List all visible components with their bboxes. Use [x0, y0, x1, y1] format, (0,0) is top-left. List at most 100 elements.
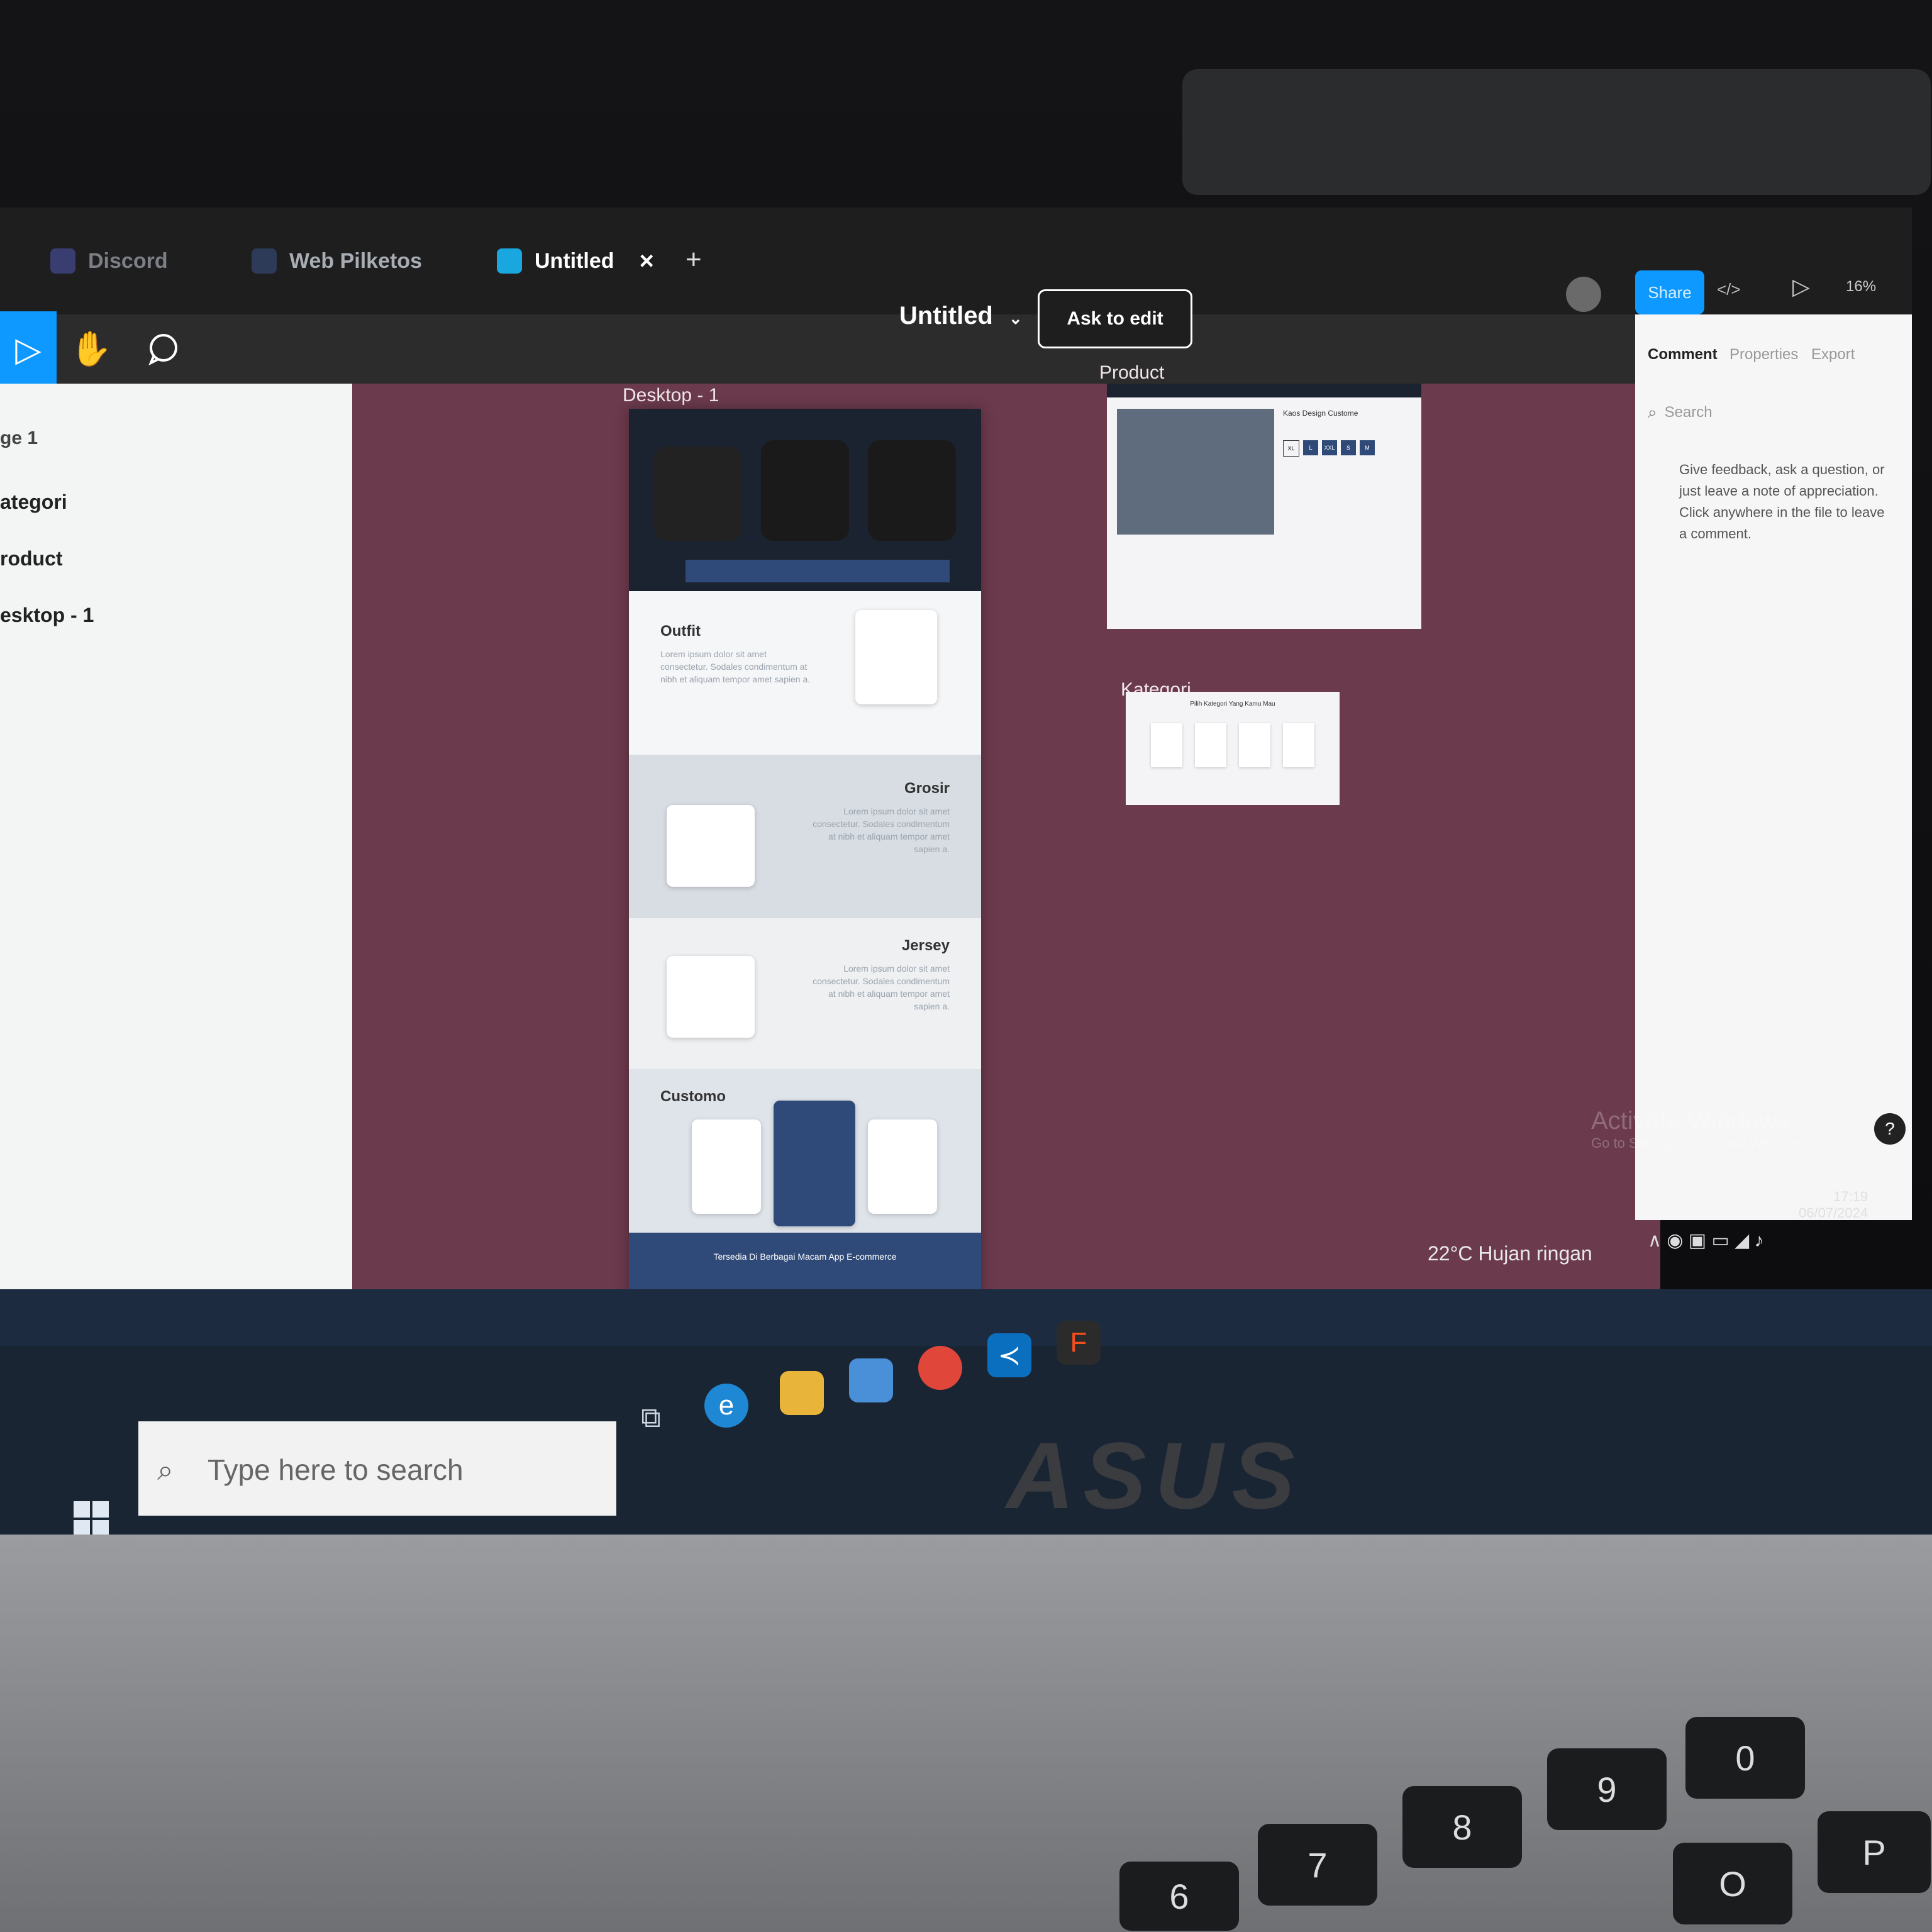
figma-icon[interactable]: F: [1057, 1321, 1101, 1365]
size-option[interactable]: S: [1341, 440, 1356, 455]
avatar[interactable]: [1566, 277, 1601, 312]
chrome-icon[interactable]: [918, 1346, 962, 1390]
section-text: Lorem ipsum dolor sit amet consectetur. …: [660, 649, 811, 684]
tshirt-image: [654, 447, 742, 541]
grosir-section: Grosir Lorem ipsum dolor sit amet consec…: [629, 755, 981, 918]
key-8: 8: [1402, 1786, 1522, 1868]
search-input[interactable]: Search: [1665, 404, 1713, 421]
layer-kategori[interactable]: ategori: [0, 491, 67, 514]
category-card[interactable]: [1151, 723, 1182, 767]
section-title: Outfit: [660, 623, 701, 640]
frame-label-product[interactable]: Product: [1099, 362, 1164, 384]
kategori-title: Pilih Kategori Yang Kamu Mau: [1190, 701, 1275, 708]
outfit-section: Outfit Lorem ipsum dolor sit amet consec…: [629, 591, 981, 755]
tab-label: Untitled: [535, 248, 614, 273]
outfit-image: [855, 610, 937, 704]
size-option[interactable]: M: [1360, 440, 1375, 455]
size-option[interactable]: XL: [1283, 440, 1299, 457]
clock-date: 06/07/2024: [1799, 1205, 1868, 1221]
hand-tool[interactable]: ✋: [63, 321, 119, 377]
tshirt-image: [761, 440, 849, 541]
ask-to-edit-button[interactable]: Ask to edit: [1038, 289, 1192, 348]
size-option[interactable]: XXL: [1322, 440, 1337, 455]
custom-card-featured: [774, 1101, 855, 1226]
custom-card: [868, 1119, 937, 1214]
laptop-brand-logo: ASUS: [1006, 1423, 1304, 1528]
comment-search[interactable]: ⌕ Search: [1648, 402, 1713, 423]
layer-product[interactable]: roduct: [0, 547, 63, 570]
tray-icons[interactable]: ∧ ◉ ▣ ▭ ◢ ♪: [1648, 1230, 1764, 1252]
tshirt-image: [868, 440, 956, 541]
custome-section: Customo: [629, 1069, 981, 1233]
search-icon: ⌕: [157, 1453, 174, 1486]
comment-icon: [148, 334, 177, 366]
tab-export[interactable]: Export: [1811, 346, 1855, 364]
grosir-image: [667, 805, 755, 887]
search-icon: ⌕: [1648, 402, 1657, 421]
size-options: XL L XXL S M: [1283, 440, 1375, 457]
chevron-down-icon: ⌄: [1009, 309, 1023, 328]
key-6: 6: [1119, 1862, 1239, 1931]
weather-widget[interactable]: 22°C Hujan ringan: [1428, 1242, 1592, 1265]
category-card[interactable]: [1239, 723, 1270, 767]
activate-title: Activate Windows: [1591, 1107, 1790, 1135]
key-9: 9: [1547, 1748, 1667, 1830]
taskbar-search-input[interactable]: Type here to search: [208, 1453, 464, 1487]
share-button[interactable]: Share: [1635, 270, 1704, 314]
section-title: Jersey: [901, 937, 950, 954]
tab-discord[interactable]: Discord: [50, 239, 168, 283]
new-tab-button[interactable]: +: [686, 244, 702, 275]
laptop-keyboard: [0, 1535, 1932, 1932]
page-selector[interactable]: ge 1: [0, 428, 38, 449]
move-tool[interactable]: ▷: [0, 311, 57, 387]
tab-untitled[interactable]: Untitled ×: [497, 239, 654, 283]
file-title-dropdown[interactable]: Untitled ⌄: [899, 302, 1023, 330]
windows-icon: [74, 1501, 109, 1536]
help-button[interactable]: ?: [1874, 1113, 1906, 1145]
close-icon[interactable]: ×: [640, 247, 654, 275]
file-explorer-icon[interactable]: [780, 1371, 824, 1415]
frame-desktop-1[interactable]: Outfit Lorem ipsum dolor sit amet consec…: [629, 409, 981, 1327]
custom-card: [692, 1119, 761, 1214]
product-image: [1117, 409, 1274, 535]
key-o: O: [1673, 1843, 1792, 1924]
product-navbar: [1107, 384, 1421, 397]
zoom-level[interactable]: 16%: [1846, 278, 1876, 296]
hand-icon: ✋: [70, 330, 113, 368]
hero-section: [629, 409, 981, 591]
tab-label: Web Pilketos: [289, 248, 422, 273]
store-icon[interactable]: [849, 1358, 893, 1402]
section-title: Grosir: [904, 780, 950, 797]
stats-bar: [686, 560, 950, 582]
task-view-icon[interactable]: ⧉: [629, 1396, 673, 1440]
edge-icon[interactable]: e: [704, 1384, 748, 1428]
vscode-icon[interactable]: ≺: [987, 1333, 1031, 1377]
jersey-image: [667, 956, 755, 1038]
category-card[interactable]: [1195, 723, 1226, 767]
play-icon[interactable]: ▷: [1792, 274, 1810, 300]
frame-label-desktop-1[interactable]: Desktop - 1: [623, 385, 719, 406]
layer-desktop-1[interactable]: esktop - 1: [0, 604, 94, 627]
size-option[interactable]: L: [1303, 440, 1318, 455]
frame-kategori[interactable]: Pilih Kategori Yang Kamu Mau: [1126, 692, 1340, 805]
frame-product[interactable]: Kaos Design Custome XL L XXL S M: [1107, 384, 1421, 629]
activate-subtitle: Go to Settings to activate Windows.: [1591, 1135, 1810, 1151]
activate-windows-watermark: Activate Windows Go to Settings to activ…: [1591, 1107, 1809, 1152]
section-text: Lorem ipsum dolor sit amet consectetur. …: [813, 806, 950, 854]
key-0: 0: [1685, 1717, 1805, 1799]
background-keyboard-box: [1182, 69, 1931, 195]
tab-comment[interactable]: Comment: [1648, 346, 1718, 364]
category-card[interactable]: [1283, 723, 1314, 767]
figma-file-icon: [497, 248, 522, 274]
tab-web-pilketos[interactable]: Web Pilketos: [252, 239, 422, 283]
key-p: P: [1818, 1811, 1931, 1893]
tab-label: Discord: [88, 248, 168, 273]
comment-tool[interactable]: [135, 321, 192, 377]
tab-properties[interactable]: Properties: [1729, 346, 1798, 364]
code-icon[interactable]: </>: [1717, 280, 1741, 299]
system-clock[interactable]: 17:19 06/07/2024: [1799, 1189, 1868, 1221]
file-title: Untitled: [899, 302, 993, 330]
discord-icon: [50, 248, 75, 274]
system-tray-bar: [0, 1289, 1932, 1346]
product-title: Kaos Design Custome: [1283, 409, 1358, 418]
